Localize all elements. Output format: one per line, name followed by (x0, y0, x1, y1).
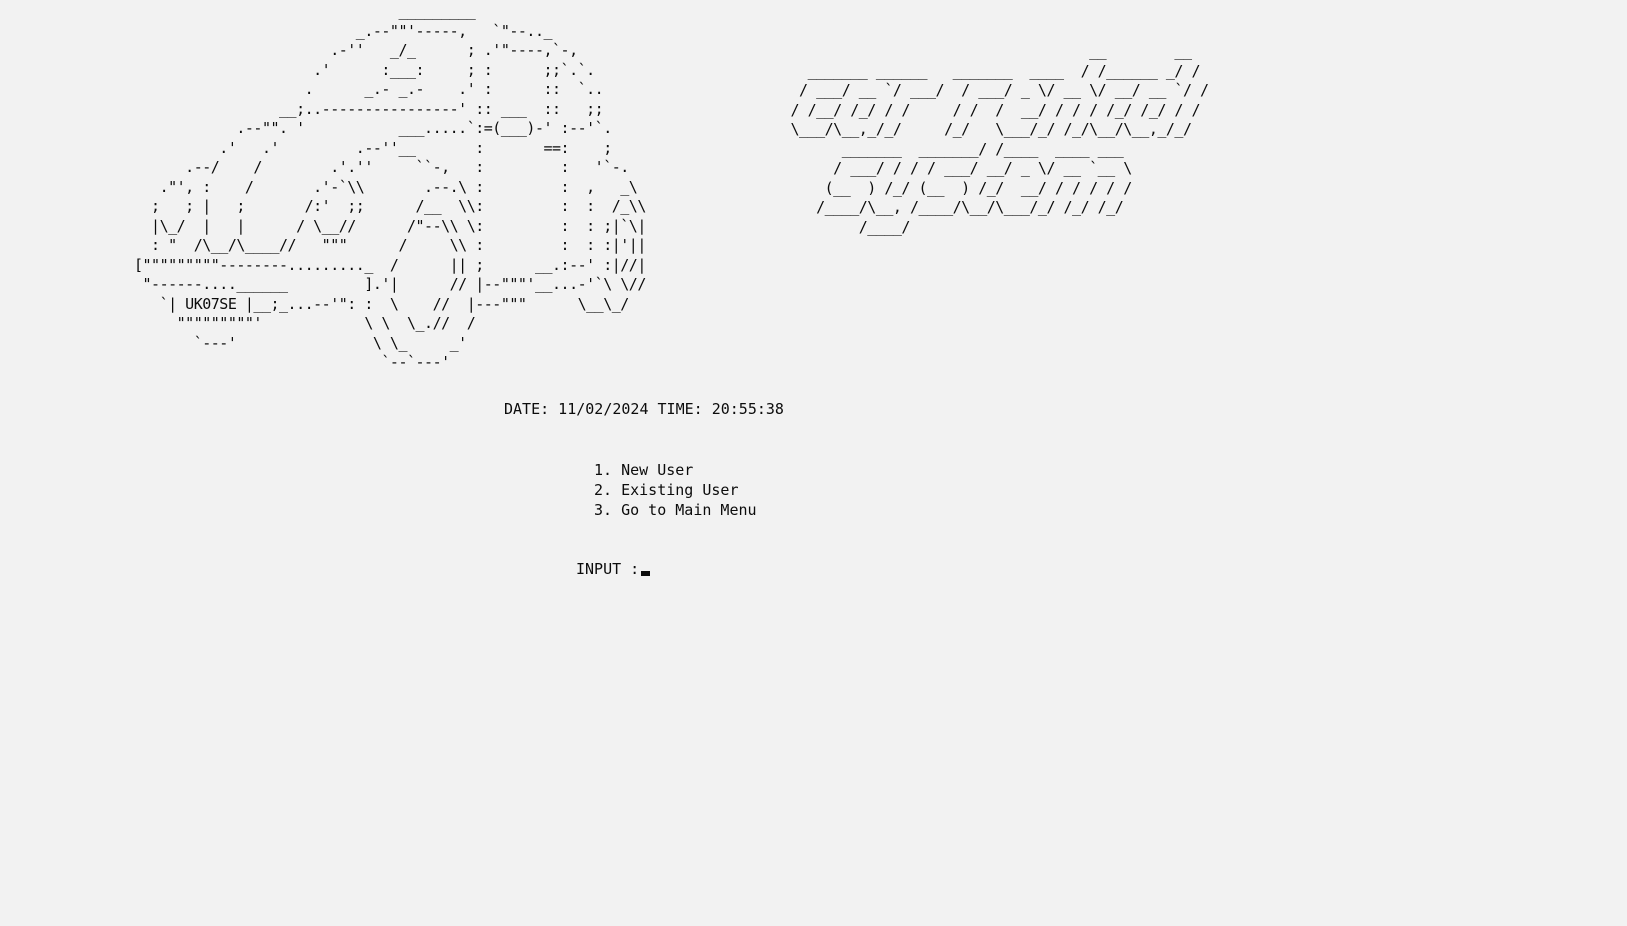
user-menu: 1. New User 2. Existing User 3. Go to Ma… (594, 460, 757, 520)
input-prompt[interactable]: INPUT : (576, 560, 651, 578)
text-cursor (641, 571, 651, 576)
menu-item-existing-user[interactable]: 2. Existing User (594, 480, 757, 500)
menu-item-new-user[interactable]: 1. New User (594, 460, 757, 480)
date-time-display: DATE: 11/02/2024 TIME: 20:55:38 (504, 400, 784, 418)
input-prompt-label: INPUT : (576, 560, 640, 578)
car-ascii-art: _________ _.--""'-----, `"--.._ .-'' _/_… (134, 2, 646, 371)
car-rental-system-ascii-title: __ __ _______ ______ _______ ____ / /___… (790, 42, 1210, 236)
menu-item-main-menu[interactable]: 3. Go to Main Menu (594, 500, 757, 520)
console-window: _________ _.--""'-----, `"--.._ .-'' _/_… (0, 0, 1627, 926)
